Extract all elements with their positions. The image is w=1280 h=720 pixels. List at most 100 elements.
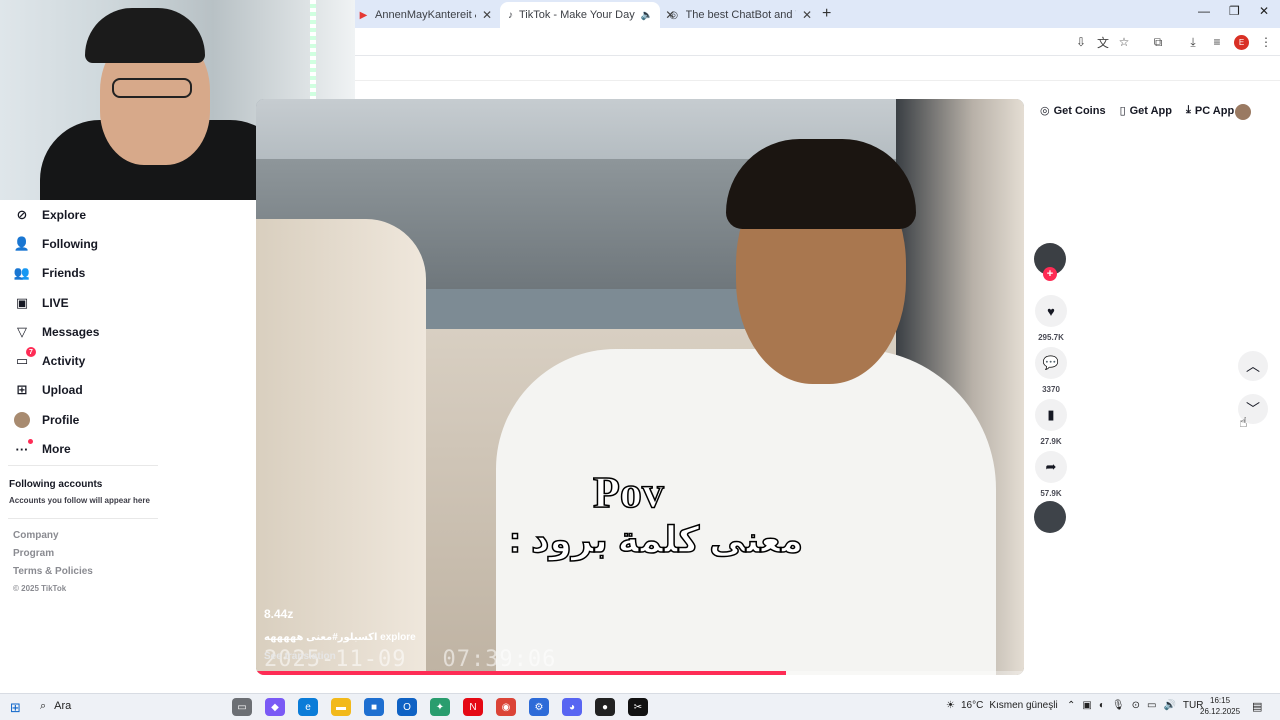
tab-annenmaykantereit[interactable]: ▶ AnnenMayKantereit & K.I.Z. - H ✕ — [350, 2, 500, 28]
video-author[interactable]: 8.44z — [264, 607, 293, 621]
netflix-icon[interactable]: N — [463, 698, 483, 716]
pc-app-label: PC App — [1194, 104, 1235, 117]
save-button[interactable]: ▮ 27.9K — [1034, 399, 1068, 446]
following-icon: 👤 — [13, 235, 31, 251]
heart-icon: ♥ — [1035, 295, 1067, 327]
menu-icon[interactable]: ⋮ — [1258, 34, 1274, 50]
download-icon[interactable]: ⤓ — [1185, 34, 1201, 50]
translate-icon[interactable]: 文 — [1095, 34, 1111, 50]
edge-icon[interactable]: e — [298, 698, 318, 716]
pc-app-button[interactable]: ⤓ PC App — [1186, 104, 1234, 117]
sidebar-item-activity[interactable]: ▭ 7 Activity — [14, 346, 244, 375]
footer-link-program[interactable]: Program — [13, 548, 93, 566]
tray-app-icon[interactable]: ◐ — [1099, 700, 1105, 711]
following-accounts-heading: Following accounts — [9, 479, 103, 490]
video-progress-bar[interactable] — [256, 671, 1024, 675]
close-window-icon[interactable]: ✕ — [1259, 4, 1269, 18]
settings-icon[interactable]: ⚙ — [529, 698, 549, 716]
sidebar-item-messages[interactable]: ▽ Messages — [14, 317, 244, 346]
share-button[interactable]: ➦ 57.9K — [1034, 451, 1068, 498]
upload-icon: ⊞ — [16, 382, 28, 398]
sidebar-item-profile[interactable]: Profile — [14, 405, 244, 434]
taskbar-weather[interactable]: ☀ 16°C Kısmen güneşli — [946, 700, 1058, 711]
tab-tiktok[interactable]: ♪ TikTok - Make Your Day 🔈 ✕ — [500, 2, 675, 28]
sidebar-item-label: Upload — [42, 383, 83, 398]
store-icon[interactable]: ■ — [364, 698, 384, 716]
following-accounts-placeholder: Accounts you follow will appear here — [9, 496, 150, 505]
video-player[interactable]: Pov معنى كلمة برود : 2025-11-09 07:39:06 … — [256, 99, 1024, 675]
profile-avatar[interactable]: E — [1234, 35, 1249, 50]
follow-plus-icon[interactable]: + — [1043, 267, 1057, 281]
tab-chatbot[interactable]: ◎ The best ChatBot and Widgets ✕ — [660, 2, 820, 28]
tab-title: AnnenMayKantereit & K.I.Z. - H — [375, 9, 476, 21]
speaker-icon[interactable]: 🔊 — [1163, 700, 1175, 711]
capcut-icon[interactable]: ✂ — [628, 698, 648, 716]
get-coins-button[interactable]: ◎ Get Coins — [1040, 104, 1106, 118]
share-icon: ➦ — [1035, 451, 1067, 483]
network-icon[interactable]: ▭ — [1147, 700, 1156, 711]
taskbar-apps: ▭ ◆ e ▬ ■ O ✦ N ◉ ⚙ ◕ ● ✂ — [232, 698, 648, 716]
sidebar-item-more[interactable]: ··· More — [14, 434, 244, 463]
close-tab-icon[interactable]: ✕ — [802, 8, 812, 22]
creator-avatar[interactable]: + — [1034, 243, 1066, 281]
sidebar-item-upload[interactable]: ⊞ Upload — [14, 376, 244, 405]
bookmark-icon: ▮ — [1035, 399, 1067, 431]
microphone-icon[interactable]: 🎙 — [1112, 700, 1125, 711]
taskbar-search[interactable]: ⌕ Ara — [40, 700, 71, 713]
user-avatar[interactable] — [1235, 104, 1251, 120]
footer-link-company[interactable]: Company — [13, 530, 93, 548]
taskbar-clock[interactable]: 16:15 26.12.2025 — [1200, 695, 1240, 717]
clock-date: 26.12.2025 — [1200, 707, 1241, 716]
file-explorer-icon[interactable]: ▬ — [331, 698, 351, 716]
music-disc-icon[interactable] — [1034, 501, 1066, 533]
get-coins-label: Get Coins — [1053, 104, 1106, 117]
media-icon[interactable]: ≡ — [1209, 34, 1225, 50]
search-icon: ⌕ — [40, 700, 47, 712]
comment-button[interactable]: 💬 3370 — [1034, 347, 1068, 394]
get-app-button[interactable]: ▯ Get App — [1120, 104, 1172, 118]
activity-icon: ▭ 7 — [14, 347, 36, 369]
tray-app-icon[interactable]: ⊙ — [1132, 700, 1140, 711]
tray-app-icon[interactable]: ▣ — [1082, 700, 1091, 711]
camera-time: 07:39:06 — [442, 647, 557, 672]
divider — [8, 518, 158, 519]
copilot-icon[interactable]: ◆ — [265, 698, 285, 716]
footer-copyright: © 2025 TikTok — [13, 584, 67, 593]
sidebar-item-explore[interactable]: ⊘ Explore — [14, 200, 244, 229]
weather-temp: 16°C — [960, 700, 984, 711]
star-icon[interactable]: ☆ — [1116, 34, 1132, 50]
app-icon[interactable]: ✦ — [430, 698, 450, 716]
speaker-icon[interactable]: 🔈 — [641, 10, 653, 21]
close-tab-icon[interactable]: ✕ — [482, 8, 492, 22]
get-app-label: Get App — [1129, 104, 1172, 117]
sidebar-nav: ⊘ Explore 👤 Following 👥 Friends ▣ LIVE ▽ Mess… — [14, 200, 244, 464]
footer-link-terms[interactable]: Terms & Policies — [13, 566, 93, 584]
restore-icon[interactable]: ❐ — [1229, 4, 1240, 18]
sun-icon: ☀ — [946, 700, 955, 711]
previous-video-button[interactable]: ︿ — [1238, 351, 1268, 381]
sidebar-item-label: Profile — [42, 412, 80, 427]
sidebar-item-following[interactable]: 👤 Following — [14, 229, 244, 258]
discord-icon[interactable]: ◕ — [562, 698, 582, 716]
chrome-icon[interactable]: ◉ — [496, 698, 516, 716]
sidebar-item-friends[interactable]: 👥 Friends — [14, 259, 244, 288]
extensions-icon[interactable]: ⧉ — [1150, 34, 1166, 50]
install-icon[interactable]: ⇩ — [1073, 34, 1089, 50]
chevron-up-icon[interactable]: ⌃ — [1067, 700, 1075, 711]
sidebar-item-live[interactable]: ▣ LIVE — [14, 288, 244, 317]
minimize-icon[interactable]: — — [1198, 4, 1210, 18]
outlook-icon[interactable]: O — [397, 698, 417, 716]
notification-icon[interactable]: ▤ — [1252, 700, 1262, 713]
new-tab-button[interactable]: + — [822, 5, 831, 23]
sidebar-footer: Company Program Terms & Policies © 2025 … — [13, 530, 93, 602]
coin-icon: ◎ — [1040, 105, 1050, 117]
sidebar-item-label: Messages — [42, 324, 100, 339]
task-view-icon[interactable]: ▭ — [232, 698, 252, 716]
system-tray: ⌃ ▣ ◐ 🎙 ⊙ ▭ 🔊 TUR — [1067, 700, 1203, 711]
like-button[interactable]: ♥ 295.7K — [1034, 295, 1068, 342]
mouse-cursor-icon: ☝ — [1239, 414, 1248, 430]
comment-count: 3370 — [1042, 385, 1060, 394]
windows-start-icon[interactable]: ⊞ — [10, 700, 21, 716]
obs-icon[interactable]: ● — [595, 698, 615, 716]
see-translation-link[interactable]: See translation — [264, 651, 336, 662]
